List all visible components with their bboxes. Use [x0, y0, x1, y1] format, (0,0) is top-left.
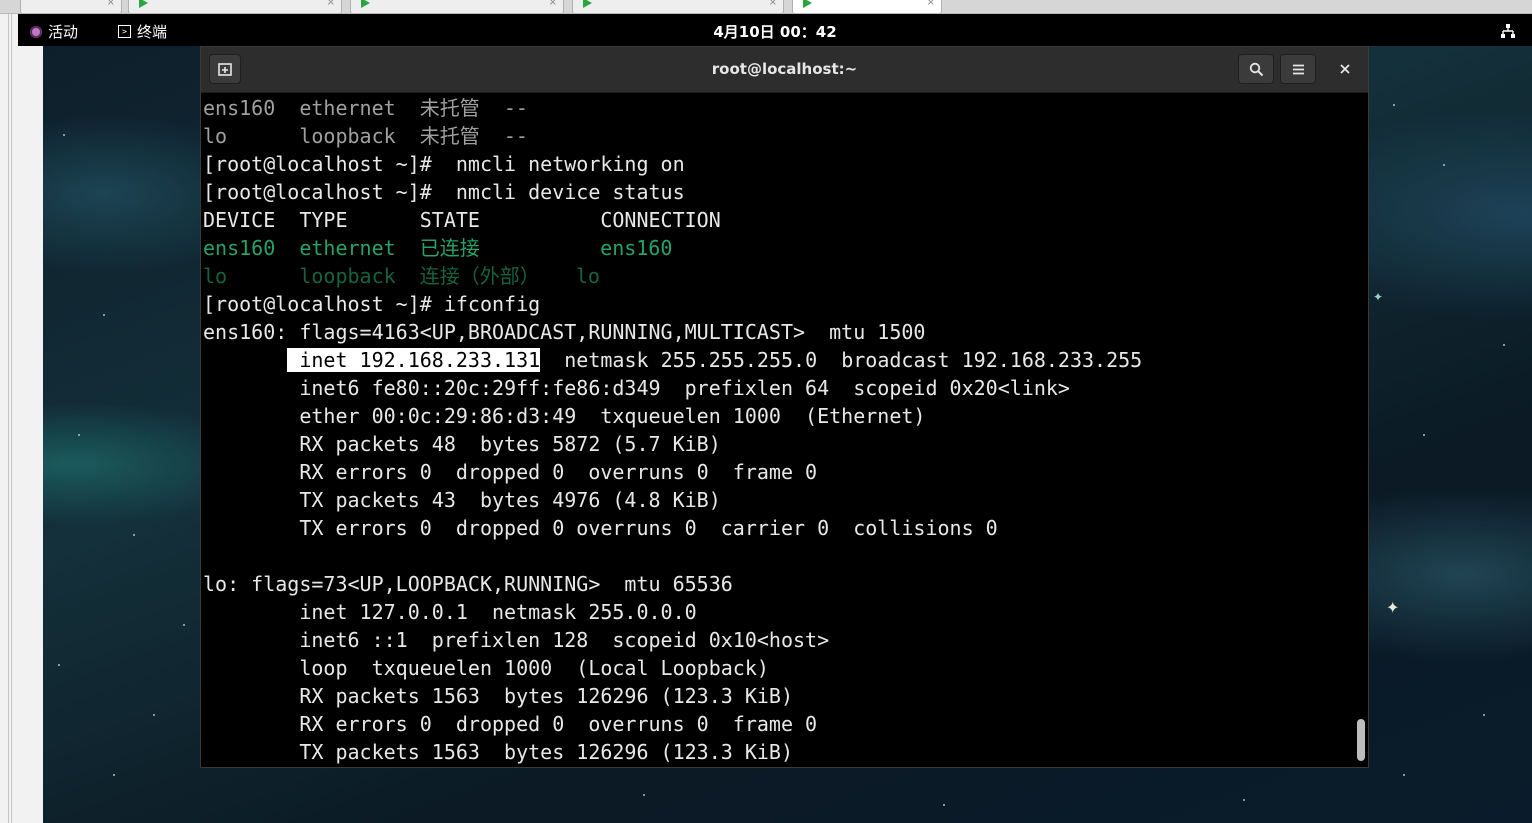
- terminal-line: ether 00:0c:29:86:d3:49 txqueuelen 1000 …: [203, 404, 926, 428]
- terminal-line: inet 127.0.0.1 netmask 255.0.0.0: [203, 600, 697, 624]
- terminal-app-icon: >: [118, 25, 131, 38]
- terminal-line: lo: flags=73<UP,LOOPBACK,RUNNING> mtu 65…: [203, 572, 733, 596]
- terminal-line: RX errors 0 dropped 0 overruns 0 frame 0: [203, 712, 818, 736]
- app-menu-button[interactable]: > 终端: [118, 21, 167, 42]
- terminal-line: inet6 ::1 prefixlen 128 scopeid 0x10<hos…: [203, 628, 830, 652]
- vm-tab[interactable]: ×: [572, 0, 784, 13]
- vm-icon: [361, 0, 370, 8]
- line-text: netmask 255.255.255.0 broadcast 192.168.…: [540, 348, 1143, 372]
- terminal-line: lo loopback 未托管 --: [203, 124, 528, 148]
- terminal-line: [root@localhost ~]# ifconfig: [203, 292, 541, 316]
- gnome-top-bar: 活动 > 终端 4月10日 00：42: [18, 14, 1532, 46]
- close-button[interactable]: [1331, 56, 1359, 82]
- menu-button[interactable]: [1280, 54, 1316, 84]
- star-sparkle: ✦: [1386, 598, 1400, 617]
- vm-tab-strip: × × × × ×: [0, 0, 1532, 14]
- clock[interactable]: 4月10日 00：42: [18, 21, 1532, 42]
- activities-button[interactable]: 活动: [30, 21, 78, 42]
- terminal-line: ens160: flags=4163<UP,BROADCAST,RUNNING,…: [203, 320, 926, 344]
- hamburger-menu-icon: [1293, 64, 1304, 75]
- terminal-line: ens160 ethernet 已连接 ens160: [203, 236, 673, 260]
- terminal-window: root@localhost:~ ens160 ethernet 未托管 -- l…: [200, 46, 1369, 768]
- close-icon: [1340, 64, 1350, 74]
- close-icon[interactable]: ×: [927, 0, 935, 8]
- terminal-line: TX errors 0 dropped 0 overruns 0 carrier…: [203, 516, 998, 540]
- search-button[interactable]: [1238, 54, 1274, 84]
- new-tab-button[interactable]: [209, 54, 241, 84]
- star-sparkle: ✦: [1373, 290, 1384, 304]
- app-menu-label: 终端: [137, 23, 168, 41]
- vm-tab[interactable]: ×: [128, 0, 342, 13]
- terminal-line: TX packets 1563 bytes 126296 (123.3 KiB): [203, 740, 794, 764]
- terminal-output[interactable]: ens160 ethernet 未托管 -- lo loopback 未托管 --…: [201, 94, 1356, 767]
- terminal-line: inet 192.168.233.131 netmask 255.255.255…: [203, 346, 1142, 374]
- terminal-line: inet6 fe80::20c:29ff:fe86:d349 prefixlen…: [203, 376, 1070, 400]
- vm-tab-active[interactable]: ×: [792, 0, 942, 13]
- vm-tab[interactable]: ×: [20, 0, 122, 13]
- close-icon[interactable]: ×: [769, 0, 777, 8]
- window-headerbar[interactable]: root@localhost:~: [201, 47, 1368, 93]
- terminal-line: RX packets 48 bytes 5872 (5.7 KiB): [203, 432, 721, 456]
- terminal-line: RX errors 0 dropped 0 overruns 0 frame 0: [203, 460, 818, 484]
- terminal-line: [root@localhost ~]# nmcli networking on: [203, 152, 685, 176]
- gnome-activities-icon: [30, 25, 42, 38]
- close-icon[interactable]: ×: [549, 0, 557, 8]
- vm-tab[interactable]: ×: [350, 0, 564, 13]
- terminal-line: ens160 ethernet 未托管 --: [203, 96, 528, 120]
- terminal-line: loop txqueuelen 1000 (Local Loopback): [203, 656, 769, 680]
- terminal-line: TX packets 43 bytes 4976 (4.8 KiB): [203, 488, 721, 512]
- new-tab-icon: [218, 63, 232, 76]
- host-window-frame: [0, 14, 43, 823]
- close-icon[interactable]: ×: [327, 0, 335, 8]
- vm-icon: [583, 0, 592, 8]
- network-wired-icon[interactable]: [1500, 23, 1516, 39]
- vm-icon: [139, 0, 148, 8]
- search-icon: [1249, 62, 1264, 77]
- terminal-line: DEVICE TYPE STATE CONNECTION: [203, 208, 721, 232]
- activities-label: 活动: [48, 23, 79, 41]
- terminal-line: [root@localhost ~]# nmcli device status: [203, 180, 685, 204]
- close-icon[interactable]: ×: [107, 0, 115, 8]
- window-title: root@localhost:~: [711, 60, 858, 78]
- text-selection[interactable]: inet 192.168.233.131: [287, 348, 541, 372]
- scrollbar-thumb[interactable]: [1357, 719, 1365, 761]
- vm-icon: [803, 0, 812, 8]
- terminal-line: RX packets 1563 bytes 126296 (123.3 KiB): [203, 684, 794, 708]
- terminal-line: lo loopback 连接（外部） lo: [203, 264, 600, 288]
